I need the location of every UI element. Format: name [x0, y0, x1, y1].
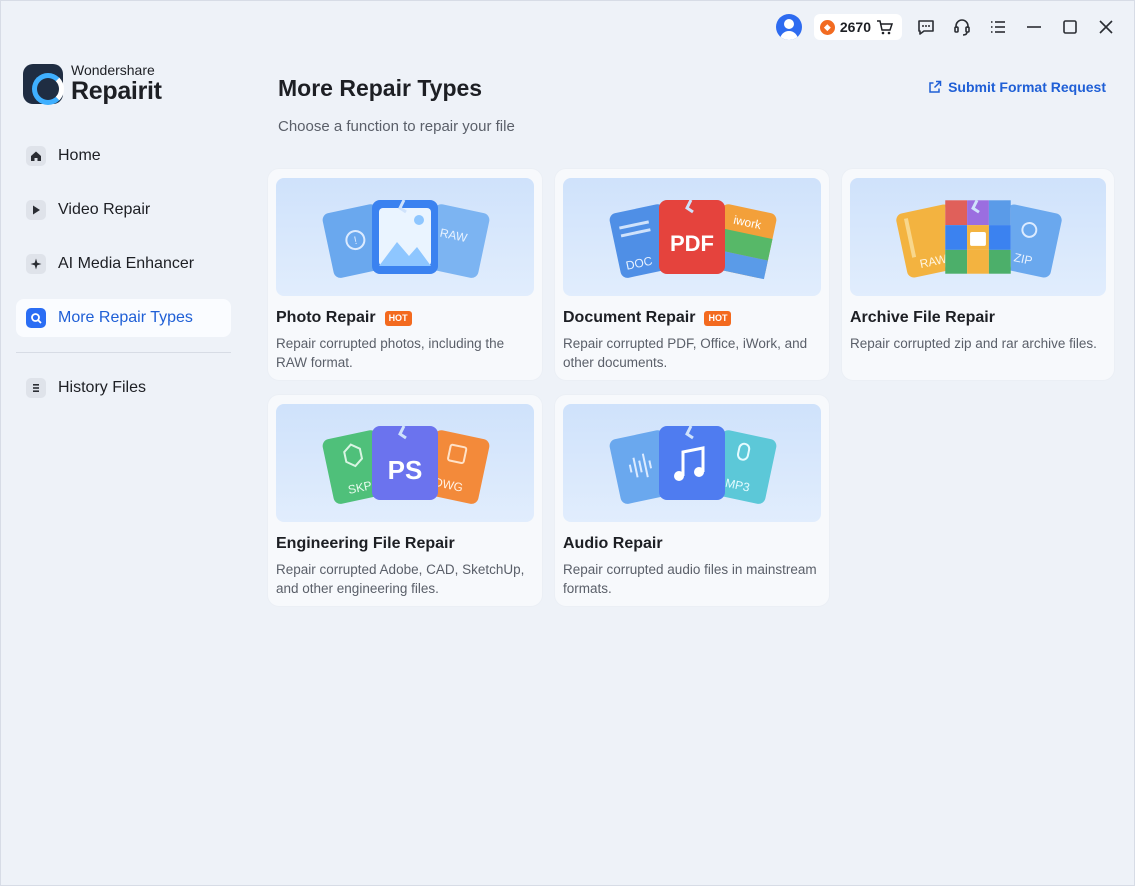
card-title: Audio Repair	[563, 535, 663, 552]
photo-repair-illustration: ! RAW	[276, 178, 534, 296]
play-icon	[26, 200, 46, 220]
card-title: Document Repair	[563, 309, 696, 326]
card-title: Archive File Repair	[850, 309, 995, 326]
sidebar-item-label: More Repair Types	[58, 309, 193, 326]
sidebar-item-history-files[interactable]: History Files	[16, 369, 231, 407]
card-document-repair[interactable]: DOC iwork PDF Document Repair HOT Repair…	[554, 168, 830, 381]
card-archive-file-repair[interactable]: RAW ZIP Archive File Repair Repair corru…	[841, 168, 1115, 381]
card-description: Repair corrupted zip and rar archive fil…	[850, 336, 1097, 351]
logo-text: Wondershare Repairit	[71, 63, 162, 104]
title-bar: ◆ 2670	[1, 1, 1134, 53]
sidebar-item-label: Video Repair	[58, 201, 151, 218]
page-title: More Repair Types	[278, 75, 483, 101]
engineering-file-stack-icon: SKP DWG PS	[322, 425, 490, 504]
repair-type-grid: ! RAW Photo Repair HOT Repair corrupted …	[267, 168, 1115, 607]
card-description: Repair corrupted photos, including the R…	[276, 336, 505, 370]
external-edit-icon	[929, 80, 942, 93]
feedback-icon[interactable]	[914, 15, 938, 39]
support-headset-icon[interactable]	[950, 15, 974, 39]
page-subtitle: Choose a function to repair your file	[278, 118, 515, 135]
document-repair-illustration: DOC iwork PDF	[563, 178, 821, 296]
sidebar-divider	[16, 352, 231, 353]
repairit-logo-icon	[23, 63, 64, 105]
app-window: ◆ 2670 Wondershare Repairit Home Video R…	[0, 0, 1135, 886]
brand-sub: Wondershare	[71, 62, 155, 78]
credits-button[interactable]: ◆ 2670	[813, 14, 902, 40]
main-content: More Repair Types Choose a function to r…	[267, 53, 1115, 885]
archive-repair-illustration: RAW ZIP	[850, 178, 1106, 296]
audio-file-stack-icon: MP3	[609, 425, 777, 504]
sidebar-item-more-repair-types[interactable]: More Repair Types	[16, 299, 231, 337]
audio-repair-illustration: MP3	[563, 404, 821, 522]
cart-icon	[877, 20, 894, 35]
submit-format-request-link[interactable]: Submit Format Request	[928, 79, 1106, 95]
sparkle-icon	[26, 254, 46, 274]
card-title-row: Engineering File Repair	[276, 535, 534, 553]
maximize-icon[interactable]	[1058, 15, 1082, 39]
minimize-icon[interactable]	[1022, 15, 1046, 39]
sidebar-item-video-repair[interactable]: Video Repair	[16, 191, 231, 229]
user-avatar-icon[interactable]	[775, 14, 802, 40]
sidebar-nav: Home Video Repair AI Media Enhancer More…	[16, 137, 231, 423]
hot-badge: HOT	[704, 310, 732, 326]
title-bar-controls: ◆ 2670	[775, 13, 1118, 41]
archive-file-stack-icon: RAW ZIP	[896, 199, 1062, 278]
art-center-label: PDF	[670, 231, 714, 256]
card-title-row: Archive File Repair	[850, 309, 1106, 327]
sidebar-item-label: AI Media Enhancer	[58, 255, 195, 272]
credits-count: 2670	[839, 19, 871, 35]
sidebar: Wondershare Repairit Home Video Repair A…	[1, 53, 249, 885]
list-icon	[26, 378, 46, 398]
card-engineering-file-repair[interactable]: SKP DWG PS Engineering File Repair Repai…	[267, 394, 543, 607]
sidebar-item-label: Home	[58, 147, 101, 164]
engineering-repair-illustration: SKP DWG PS	[276, 404, 534, 522]
wrench-icon	[26, 308, 46, 328]
card-audio-repair[interactable]: MP3 Audio Repair Repair corrupted audio …	[554, 394, 830, 607]
sidebar-item-home[interactable]: Home	[16, 137, 231, 175]
card-photo-repair[interactable]: ! RAW Photo Repair HOT Repair corrupted …	[267, 168, 543, 381]
app-logo: Wondershare Repairit	[23, 63, 162, 105]
photo-file-stack-icon: ! RAW	[322, 199, 490, 278]
card-title-row: Audio Repair	[563, 535, 821, 553]
brand-main: Repairit	[71, 77, 162, 105]
card-title: Engineering File Repair	[276, 535, 455, 552]
card-description: Repair corrupted Adobe, CAD, SketchUp, a…	[276, 562, 525, 596]
card-title: Photo Repair	[276, 309, 376, 326]
coin-icon: ◆	[819, 19, 835, 35]
menu-icon[interactable]	[986, 15, 1010, 39]
home-icon	[26, 146, 46, 166]
card-title-row: Document Repair HOT	[563, 309, 821, 327]
card-title-row: Photo Repair HOT	[276, 309, 534, 327]
art-center-label: PS	[388, 455, 423, 485]
sidebar-item-ai-media-enhancer[interactable]: AI Media Enhancer	[16, 245, 231, 283]
hot-badge: HOT	[384, 310, 412, 326]
submit-format-request-label: Submit Format Request	[948, 79, 1106, 95]
sidebar-item-label: History Files	[58, 379, 147, 396]
document-file-stack-icon: DOC iwork PDF	[609, 199, 777, 280]
card-description: Repair corrupted PDF, Office, iWork, and…	[563, 336, 808, 370]
close-icon[interactable]	[1094, 15, 1118, 39]
card-description: Repair corrupted audio files in mainstre…	[563, 562, 817, 596]
